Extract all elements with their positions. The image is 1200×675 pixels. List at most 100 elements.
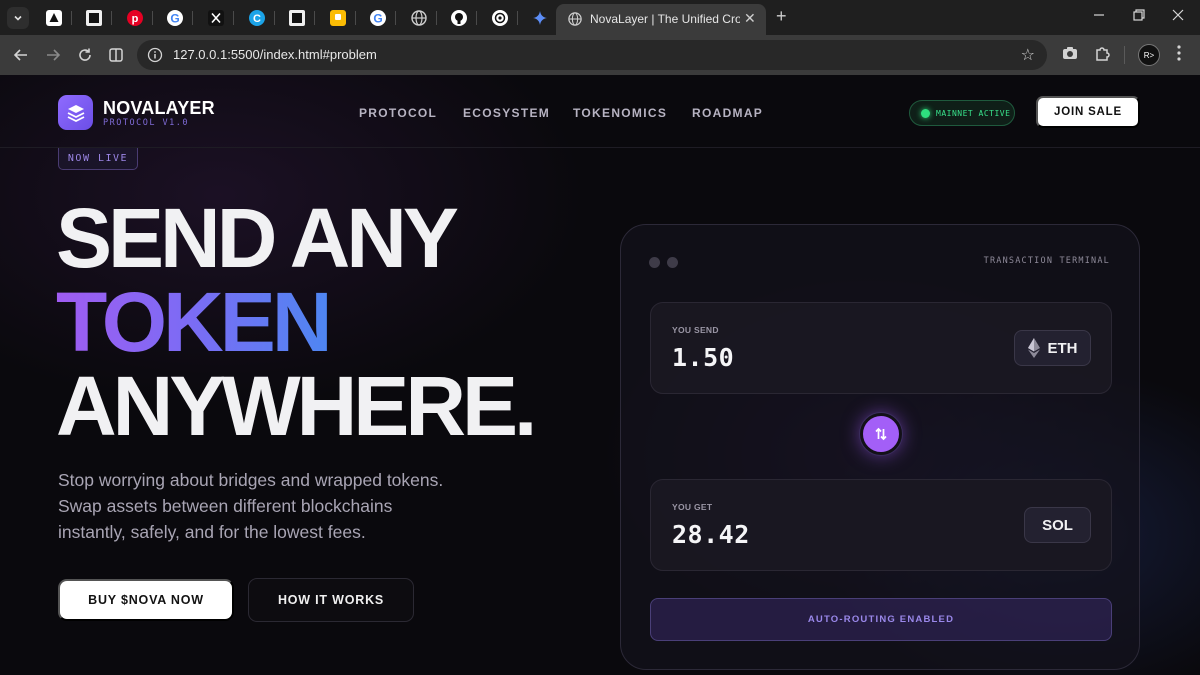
profile-avatar[interactable]: R> <box>1138 44 1160 66</box>
new-tab-button[interactable]: + <box>776 6 787 27</box>
site-info-icon[interactable] <box>147 47 163 68</box>
tab-separator <box>111 11 112 25</box>
split-view-icon[interactable] <box>108 47 124 67</box>
svg-text:C: C <box>253 13 261 25</box>
hero-description-line: Swap assets between different blockchain… <box>58 496 393 516</box>
status-dot-icon <box>921 109 930 118</box>
you-get-panel: YOU GET 28.42 SOL <box>650 479 1112 571</box>
tab-search-button[interactable] <box>7 7 29 29</box>
close-window-icon[interactable] <box>1172 8 1184 24</box>
github-icon <box>451 10 467 26</box>
mainnet-status-badge: MAINNET ACTIVE <box>909 100 1015 126</box>
globe-icon <box>568 12 582 26</box>
mainnet-status-label: MAINNET ACTIVE <box>936 109 1011 118</box>
novalayer-logo-icon[interactable] <box>58 95 93 130</box>
nav-link-roadmap[interactable]: ROADMAP <box>692 106 763 120</box>
buy-nova-button[interactable]: BUY $NOVA NOW <box>58 579 234 621</box>
chatgpt-icon <box>492 10 508 26</box>
reload-icon[interactable] <box>77 47 93 67</box>
ethereum-icon <box>1027 338 1040 358</box>
edge-copilot-icon: C <box>249 10 265 26</box>
tab-active[interactable]: NovaLayer | The Unified Cross-Chain Swap… <box>556 4 766 35</box>
nav-link-ecosystem[interactable]: ECOSYSTEM <box>463 106 550 120</box>
you-send-label: YOU SEND <box>672 325 719 335</box>
send-token-selector[interactable]: ETH <box>1014 330 1091 366</box>
hero-headline-line-1: SEND ANY <box>56 191 459 285</box>
google-icon: G <box>167 10 183 26</box>
now-live-badge: NOW LIVE <box>58 148 138 170</box>
url-text[interactable]: 127.0.0.1:5500/index.html#problem <box>173 47 377 62</box>
window-dot <box>667 257 678 268</box>
close-tab-icon[interactable]: ✕ <box>744 10 756 27</box>
back-arrow-icon[interactable] <box>13 47 29 67</box>
nav-link-tokenomics[interactable]: TOKENOMICS <box>573 106 667 120</box>
globe-icon <box>411 10 427 26</box>
pinned-tab-8[interactable] <box>329 9 347 27</box>
forward-arrow-icon[interactable] <box>45 47 61 67</box>
pinned-tab-1[interactable] <box>45 9 63 27</box>
site-navbar: NOVALAYER PROTOCOL V1.0 PROTOCOL ECOSYST… <box>0 75 1200 148</box>
notion-icon <box>289 10 305 26</box>
bookmark-star-icon[interactable]: ☆ <box>1021 45 1035 65</box>
send-token-symbol: ETH <box>1047 339 1078 357</box>
layers-icon <box>67 104 84 122</box>
toolbar-separator <box>1124 46 1125 64</box>
window-dot <box>649 257 660 268</box>
notion-icon <box>46 10 62 26</box>
you-get-label: YOU GET <box>672 502 713 512</box>
hero-description-line: instantly, safely, and for the lowest fe… <box>58 522 366 542</box>
pinned-tab-5[interactable] <box>207 9 225 27</box>
svg-text:p: p <box>132 13 139 25</box>
send-amount-input[interactable]: 1.50 <box>672 343 734 372</box>
google-icon: G <box>370 10 386 26</box>
how-it-works-button[interactable]: HOW IT WORKS <box>248 578 414 622</box>
get-token-symbol: SOL <box>1042 516 1073 534</box>
logo-wordmark[interactable]: NOVALAYER <box>103 98 215 119</box>
you-send-panel: YOU SEND 1.50 ETH <box>650 302 1112 394</box>
nav-link-protocol[interactable]: PROTOCOL <box>359 106 437 120</box>
more-menu-icon[interactable] <box>1176 44 1182 67</box>
svg-text:G: G <box>170 12 179 26</box>
tab-separator <box>355 11 356 25</box>
keep-icon <box>330 10 346 26</box>
join-sale-button[interactable]: JOIN SALE <box>1036 96 1140 128</box>
camera-icon[interactable] <box>1061 44 1079 67</box>
pinned-tab-2[interactable] <box>85 9 103 27</box>
pinned-tab-6[interactable]: C <box>248 9 266 27</box>
pinned-tab-10[interactable] <box>410 9 428 27</box>
pinned-tab-3[interactable]: p <box>126 9 144 27</box>
swap-arrows-icon <box>875 427 887 441</box>
hero-description: Stop worrying about bridges and wrapped … <box>58 467 478 545</box>
tab-title: NovaLayer | The Unified Cross-Chain Swap <box>590 12 740 26</box>
svg-text:G: G <box>373 12 382 26</box>
hero-headline-line-3: ANYWHERE. <box>56 359 537 453</box>
extensions-puzzle-icon[interactable] <box>1094 44 1112 67</box>
terminal-title: TRANSACTION TERMINAL <box>983 256 1110 266</box>
tab-separator <box>314 11 315 25</box>
pinned-tab-11[interactable] <box>450 9 468 27</box>
tab-separator <box>517 11 518 25</box>
auto-routing-banner[interactable]: AUTO-ROUTING ENABLED <box>650 598 1112 641</box>
pinned-tab-13[interactable] <box>531 9 549 27</box>
get-token-selector[interactable]: SOL <box>1024 507 1091 543</box>
address-bar[interactable]: 127.0.0.1:5500/index.html#problem ☆ <box>137 40 1047 70</box>
profile-avatar-label: R> <box>1138 44 1160 66</box>
tab-separator <box>395 11 396 25</box>
minimize-icon[interactable] <box>1093 8 1105 24</box>
gemini-icon <box>533 11 547 25</box>
swap-direction-button[interactable] <box>860 413 902 455</box>
pinned-tab-12[interactable] <box>491 9 509 27</box>
pinned-tab-9[interactable]: G <box>369 9 387 27</box>
restore-icon[interactable] <box>1133 8 1145 24</box>
tab-separator <box>233 11 234 25</box>
logo-subtitle: PROTOCOL V1.0 <box>103 118 190 128</box>
x-icon <box>208 10 224 26</box>
tab-separator <box>71 11 72 25</box>
chevron-down-icon <box>14 15 22 21</box>
browser-tab-bar: p G C G NovaLayer | The Unified Cro ✕ + <box>0 0 1200 35</box>
pinterest-icon: p <box>127 10 143 26</box>
tab-separator <box>274 11 275 25</box>
browser-toolbar: 127.0.0.1:5500/index.html#problem ☆ R> <box>0 35 1200 75</box>
pinned-tab-7[interactable] <box>288 9 306 27</box>
pinned-tab-4[interactable]: G <box>166 9 184 27</box>
